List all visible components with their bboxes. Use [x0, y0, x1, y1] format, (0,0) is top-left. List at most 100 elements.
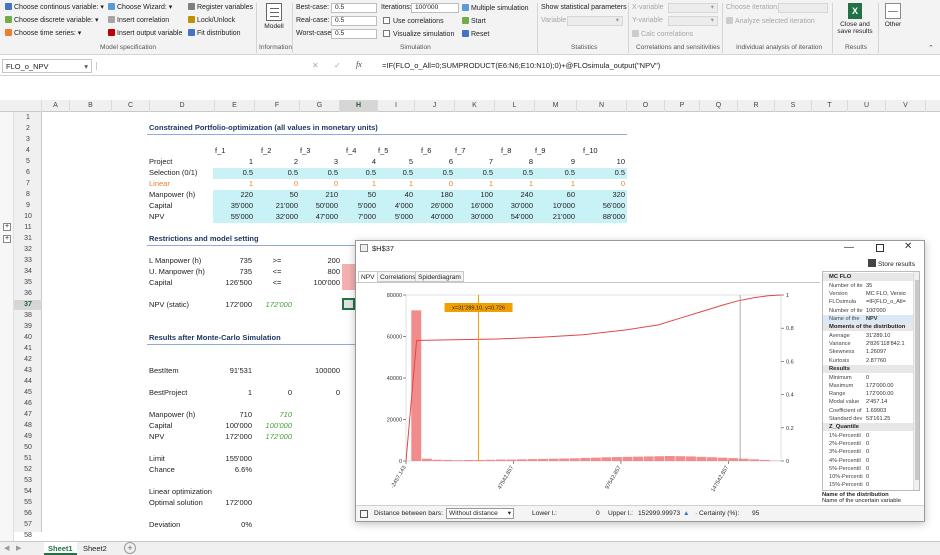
column-header[interactable]: A	[42, 100, 70, 112]
panel-row[interactable]: Coefficient of 1.69903	[823, 407, 913, 415]
tab-spiderdiagram[interactable]: Spiderdiagram	[415, 271, 464, 282]
capital-cell[interactable]: 50'000	[300, 201, 338, 211]
scrollbar-thumb[interactable]	[915, 280, 919, 480]
column-header[interactable]: N	[577, 100, 627, 112]
row-header[interactable]: 33	[14, 256, 42, 266]
selected-cell-h37[interactable]	[342, 298, 355, 310]
real-case-input[interactable]: 0.5	[331, 16, 377, 26]
row-header[interactable]: 51	[14, 454, 42, 464]
row-header[interactable]: 8	[14, 190, 42, 200]
column-header[interactable]: G	[300, 100, 340, 112]
panel-row[interactable]: 2%-Percentil 0	[823, 440, 913, 448]
linear-cell[interactable]: 1	[455, 179, 493, 189]
close-and-save-button[interactable]: X Close and save results	[834, 3, 876, 35]
npv-cell[interactable]: 21'000	[535, 212, 575, 222]
row-header[interactable]: 35	[14, 278, 42, 288]
column-header[interactable]: H	[340, 100, 378, 112]
row-header[interactable]: 42	[14, 355, 42, 365]
row-header[interactable]: 44	[14, 377, 42, 387]
selection-cell[interactable]: 0.5	[495, 168, 533, 178]
choose-time-series[interactable]: Choose time series: ▾	[5, 29, 81, 37]
linear-cell[interactable]: 0	[300, 179, 338, 189]
register-variables-button[interactable]: Register variables	[188, 3, 253, 11]
row-header[interactable]: 2	[14, 124, 42, 134]
row-header[interactable]: 9	[14, 201, 42, 211]
column-header[interactable]: O	[627, 100, 665, 112]
selection-cell[interactable]: 0.5	[215, 168, 253, 178]
close-icon[interactable]: ✕	[904, 241, 912, 252]
capital-cell[interactable]: 21'000	[255, 201, 298, 211]
row-header[interactable]: 39	[14, 322, 42, 332]
capital-cell[interactable]: 16'000	[455, 201, 493, 211]
manpower-cell[interactable]: 60	[535, 190, 575, 200]
selection-cell[interactable]: 0.5	[535, 168, 575, 178]
row-header[interactable]: 37	[14, 300, 42, 310]
row-header[interactable]: 3	[14, 135, 42, 145]
row-header[interactable]: 7	[14, 179, 42, 189]
manpower-cell[interactable]: 50	[340, 190, 376, 200]
manpower-cell[interactable]: 320	[577, 190, 625, 200]
choose-discrete-variable[interactable]: Choose discrete variable: ▾	[5, 16, 98, 24]
row-header[interactable]: 32	[14, 245, 42, 255]
spinner-icon[interactable]: ▲	[683, 510, 690, 517]
expand-group-button[interactable]: +	[3, 223, 11, 231]
panel-section-header[interactable]: Moments of the distribution	[823, 323, 913, 331]
column-header[interactable]: Q	[700, 100, 738, 112]
row-header[interactable]: 54	[14, 487, 42, 497]
selection-cell[interactable]: 0.5	[340, 168, 376, 178]
row-header[interactable]: 57	[14, 520, 42, 530]
column-header[interactable]: B	[70, 100, 112, 112]
row-header[interactable]: 31	[14, 234, 42, 244]
iterations-input[interactable]: 100'000	[411, 3, 459, 13]
npv-cell[interactable]: 47'000	[300, 212, 338, 222]
panel-section-header[interactable]: Results	[823, 364, 913, 373]
linear-cell[interactable]: 1	[215, 179, 253, 189]
panel-row[interactable]: Maximum 172'000.00	[823, 382, 913, 390]
minimize-icon[interactable]: —	[844, 242, 854, 253]
column-header[interactable]: R	[738, 100, 775, 112]
manpower-cell[interactable]: 50	[255, 190, 298, 200]
modell-button[interactable]: Modell	[262, 3, 286, 30]
project-cell[interactable]: 9	[535, 157, 575, 167]
project-cell[interactable]: 6	[415, 157, 453, 167]
row-header[interactable]: 53	[14, 476, 42, 486]
project-cell[interactable]: 10	[577, 157, 625, 167]
panel-scrollbar[interactable]	[913, 272, 919, 490]
column-header[interactable]: U	[848, 100, 886, 112]
row-header[interactable]: 34	[14, 267, 42, 277]
best-case-input[interactable]: 0.5	[331, 3, 377, 13]
panel-row[interactable]: Variance 2'826'118'842.1	[823, 340, 913, 348]
panel-row[interactable]: Name of the NPV	[823, 314, 913, 323]
tab-sheet2[interactable]: Sheet2	[79, 542, 111, 555]
column-header[interactable]: F	[255, 100, 300, 112]
row-header[interactable]: 46	[14, 399, 42, 409]
row-header[interactable]: 6	[14, 168, 42, 178]
formula-input[interactable]: =IF(FLO_o_All=0;SUMPRODUCT(E6:N6;E10:N10…	[382, 59, 660, 73]
name-box[interactable]: FLO_o_NPV ▾	[2, 59, 92, 73]
select-all-button[interactable]	[14, 100, 42, 112]
row-header[interactable]: 55	[14, 498, 42, 508]
expand-group-button[interactable]: +	[3, 235, 11, 243]
panel-row[interactable]: 4%-Percentil 0	[823, 457, 913, 465]
column-header[interactable]: T	[812, 100, 848, 112]
row-header[interactable]: 48	[14, 421, 42, 431]
selection-cell[interactable]: 0.5	[255, 168, 298, 178]
other-button[interactable]: Other	[881, 3, 905, 28]
column-header[interactable]: K	[455, 100, 495, 112]
tab-scroll-right-icon[interactable]: ▶	[16, 544, 21, 552]
linear-cell[interactable]: 1	[340, 179, 376, 189]
maximize-icon[interactable]	[876, 244, 884, 252]
npv-cell[interactable]: 88'000	[577, 212, 625, 222]
project-cell[interactable]: 7	[455, 157, 493, 167]
npv-cell[interactable]: 30'000	[455, 212, 493, 222]
column-header[interactable]: I	[378, 100, 415, 112]
panel-row[interactable]: 20%-Percenti0	[823, 489, 913, 490]
lock-unlock-button[interactable]: Lock/Unlock	[188, 16, 235, 24]
linear-cell[interactable]: 1	[535, 179, 575, 189]
analyze-iteration-button[interactable]: Analyze selected iteration	[726, 17, 815, 25]
add-sheet-button[interactable]: +	[124, 542, 136, 554]
visualize-simulation-checkbox[interactable]: Visualize simulation	[383, 30, 454, 38]
row-header[interactable]: 43	[14, 366, 42, 376]
row-header[interactable]: 1	[14, 113, 42, 123]
row-header[interactable]: 4	[14, 146, 42, 156]
